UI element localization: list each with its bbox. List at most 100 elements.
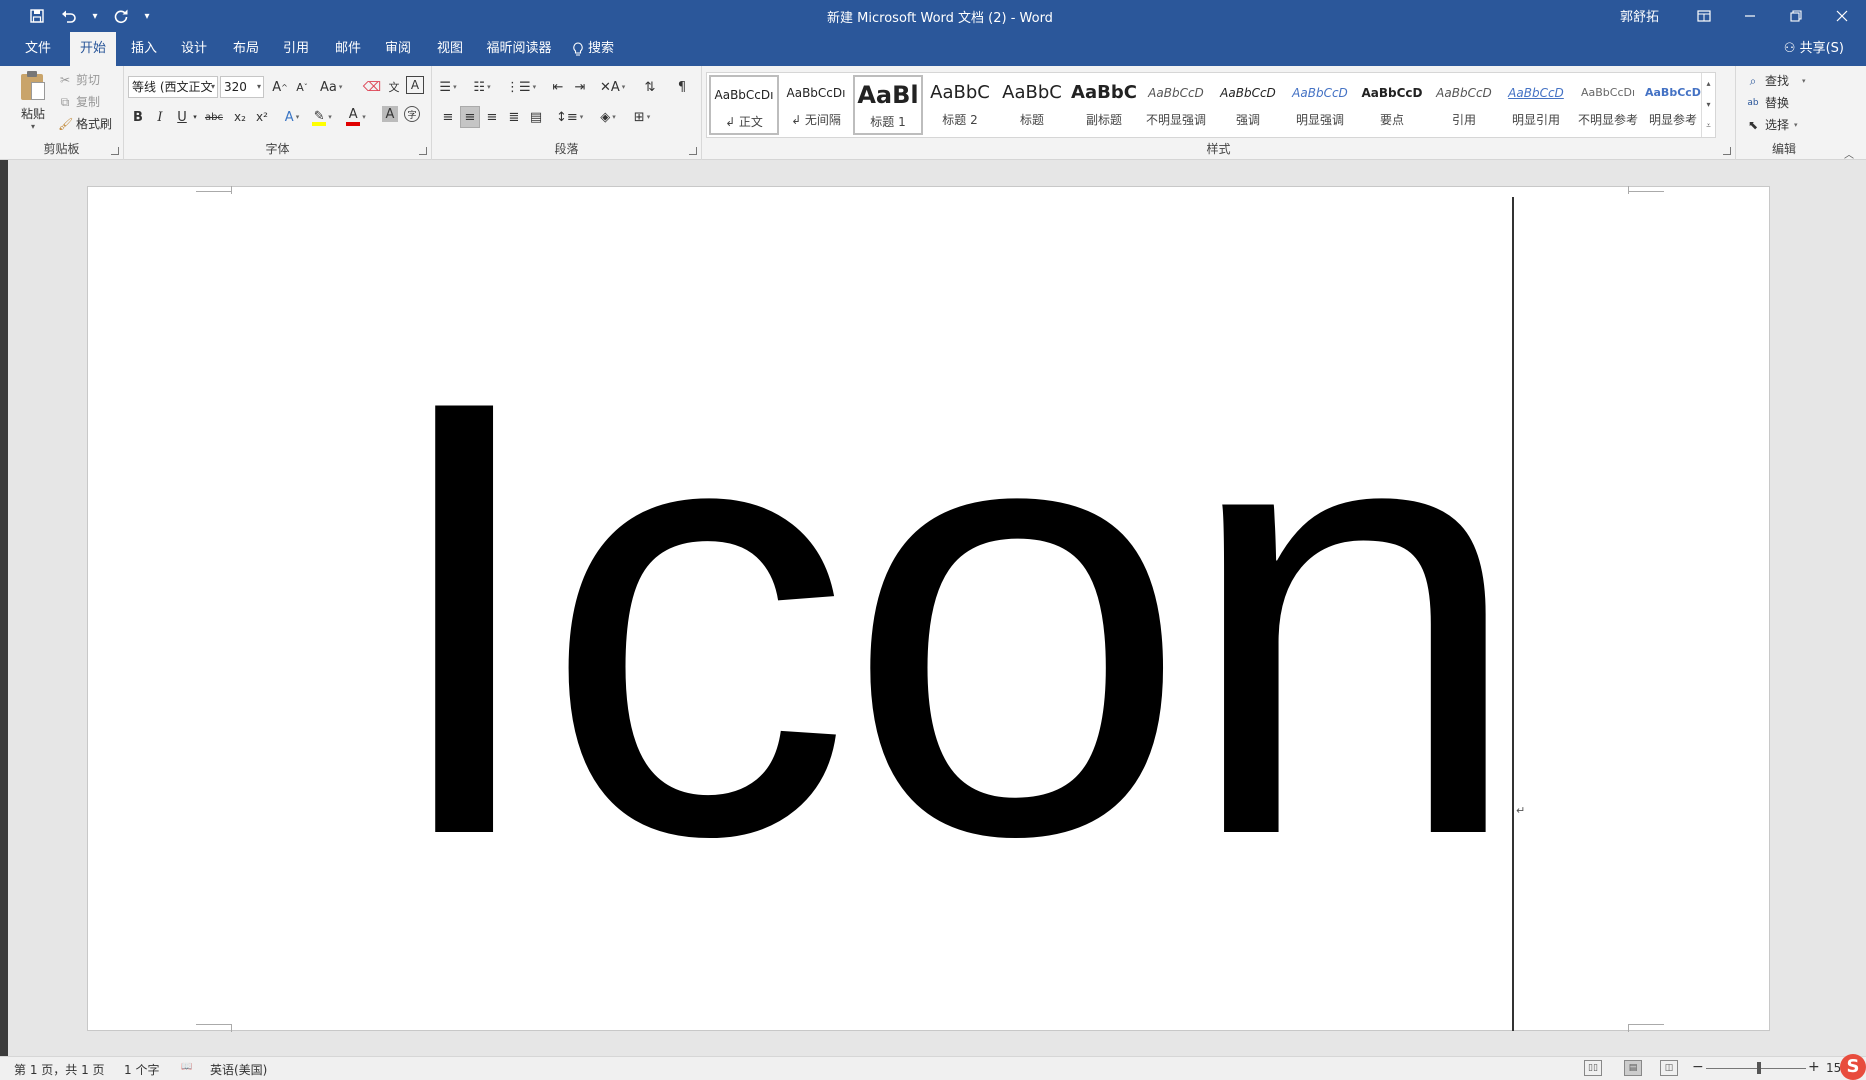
style-intense-reference[interactable]: AaBbCcDı 明显参考 <box>1645 75 1701 135</box>
style-heading-1[interactable]: AaBl 标题 1 <box>853 75 923 135</box>
font-name-combo[interactable]: 等线 (西文正文 ▾ <box>128 76 218 98</box>
character-shading-icon[interactable]: A <box>382 106 398 122</box>
find-button[interactable]: ⌕ 查找 ▾ <box>1746 70 1806 92</box>
language-indicator[interactable]: 英语(美国) <box>210 1061 267 1078</box>
paste-button[interactable]: 粘贴 ▾ <box>16 70 50 134</box>
highlight-color-button[interactable]: ✎ ▾ <box>312 106 332 128</box>
align-left-icon[interactable]: ≡ <box>438 106 458 128</box>
select-button[interactable]: ⬉ 选择 ▾ <box>1746 114 1798 136</box>
decrease-indent-icon[interactable]: ⇤ <box>548 76 568 98</box>
tell-me-search[interactable]: 搜索 <box>572 32 638 66</box>
shrink-font-icon[interactable]: Aˇ <box>292 76 312 98</box>
sogou-ime-icon[interactable]: S <box>1840 1054 1866 1080</box>
ribbon-display-icon[interactable] <box>1682 0 1726 32</box>
style-subtitle[interactable]: AaBbC 副标题 <box>1069 75 1139 135</box>
subscript-button[interactable]: x₂ <box>230 106 250 128</box>
style-title[interactable]: AaBbC 标题 <box>997 75 1067 135</box>
read-mode-icon[interactable]: ▯▯ <box>1584 1060 1602 1076</box>
superscript-button[interactable]: x² <box>252 106 272 128</box>
italic-button[interactable]: I <box>150 106 170 128</box>
zoom-out-button[interactable]: − <box>1692 1059 1704 1075</box>
tab-mailings[interactable]: 邮件 <box>326 32 370 66</box>
style-emphasis[interactable]: AaBbCcD 强调 <box>1213 75 1283 135</box>
redo-icon[interactable] <box>108 5 134 27</box>
minimize-icon[interactable] <box>1728 0 1772 32</box>
style-subtle-emphasis[interactable]: AaBbCcD 不明显强调 <box>1141 75 1211 135</box>
style-quote[interactable]: AaBbCcD 引用 <box>1429 75 1499 135</box>
distributed-icon[interactable]: ▤ <box>526 106 546 128</box>
font-size-combo[interactable]: 320 ▾ <box>220 76 264 98</box>
sort-icon[interactable]: ⇅ <box>640 76 660 98</box>
zoom-in-button[interactable]: + <box>1808 1059 1820 1075</box>
increase-indent-icon[interactable]: ⇥ <box>570 76 590 98</box>
style-subtle-reference[interactable]: AaBbCcDı 不明显参考 <box>1573 75 1643 135</box>
change-case-button[interactable]: Aa ▾ <box>320 76 342 98</box>
replace-button[interactable]: ab 替换 <box>1746 92 1789 114</box>
character-border-icon[interactable]: A <box>406 76 424 94</box>
clear-formatting-icon[interactable]: ⌫ <box>362 76 382 98</box>
tab-foxit-reader[interactable]: 福昕阅读器 <box>482 32 556 66</box>
zoom-slider-thumb[interactable] <box>1757 1062 1761 1074</box>
chevron-up-icon[interactable]: ▴ <box>1706 79 1710 88</box>
word-count[interactable]: 1 个字 <box>124 1061 159 1078</box>
more-icon[interactable]: ⩡ <box>1706 121 1711 131</box>
page-count[interactable]: 第 1 页，共 1 页 <box>14 1061 105 1078</box>
collapse-ribbon-icon[interactable]: ︿ <box>1844 146 1854 161</box>
paragraph-dialog-launcher[interactable] <box>689 147 697 155</box>
align-center-icon[interactable]: ≡ <box>460 106 480 128</box>
save-icon[interactable] <box>24 5 50 27</box>
copy-button[interactable]: ⧉ 复制 <box>58 92 100 112</box>
style-strong[interactable]: AaBbCcD 要点 <box>1357 75 1427 135</box>
undo-dropdown-icon[interactable]: ▾ <box>88 5 102 27</box>
style-no-spacing[interactable]: AaBbCcDı ↲ 无间隔 <box>781 75 851 135</box>
enclose-characters-icon[interactable]: 字 <box>404 106 420 122</box>
multilevel-list-icon[interactable]: ⋮☰ ▾ <box>506 76 536 98</box>
show-formatting-marks-icon[interactable]: ¶ <box>672 76 692 98</box>
bullets-icon[interactable]: ☰ ▾ <box>438 76 458 98</box>
user-name[interactable]: 郭舒拓 <box>1620 6 1659 25</box>
style-intense-quote[interactable]: AaBbCcD 明显引用 <box>1501 75 1571 135</box>
grow-font-icon[interactable]: A ^ <box>270 76 290 98</box>
style-intense-emphasis[interactable]: AaBbCcD 明显强调 <box>1285 75 1355 135</box>
format-painter-button[interactable]: 🖌 格式刷 <box>58 114 112 134</box>
paste-dropdown-icon[interactable]: ▾ <box>16 122 50 131</box>
zoom-slider[interactable] <box>1706 1068 1806 1069</box>
tab-view[interactable]: 视图 <box>428 32 472 66</box>
text-effects-icon[interactable]: A ▾ <box>282 106 302 128</box>
tab-layout[interactable]: 布局 <box>224 32 268 66</box>
underline-button[interactable]: U <box>172 106 192 128</box>
restore-icon[interactable] <box>1774 0 1818 32</box>
web-layout-icon[interactable]: ◫ <box>1660 1060 1678 1076</box>
justify-icon[interactable]: ≣ <box>504 106 524 128</box>
document-body-text[interactable]: Icon <box>378 308 1526 928</box>
borders-icon[interactable]: ⊞ ▾ <box>632 106 652 128</box>
tab-insert[interactable]: 插入 <box>122 32 166 66</box>
strikethrough-button[interactable]: abc <box>204 106 224 128</box>
tab-file[interactable]: 文件 <box>16 32 60 66</box>
print-layout-icon[interactable]: ▤ <box>1624 1060 1642 1076</box>
tab-design[interactable]: 设计 <box>172 32 216 66</box>
share-button[interactable]: ⚇ 共享(S) <box>1784 32 1844 66</box>
cut-button[interactable]: ✂ 剪切 <box>58 70 100 90</box>
chinese-layout-icon[interactable]: ✕A ▾ <box>600 76 625 98</box>
chevron-down-icon[interactable]: ▾ <box>1706 100 1710 109</box>
align-right-icon[interactable]: ≡ <box>482 106 502 128</box>
bold-button[interactable]: B <box>128 106 148 128</box>
close-icon[interactable] <box>1820 0 1864 32</box>
tab-home[interactable]: 开始 <box>70 32 116 66</box>
phonetic-guide-icon[interactable]: 文 <box>384 76 404 98</box>
tab-review[interactable]: 审阅 <box>376 32 420 66</box>
tab-references[interactable]: 引用 <box>274 32 318 66</box>
styles-gallery-scrollbar[interactable]: ▴ ▾ ⩡ <box>1701 73 1715 137</box>
customize-icon[interactable]: ▾ <box>140 5 154 27</box>
numbering-icon[interactable]: ☷ ▾ <box>472 76 492 98</box>
shading-icon[interactable]: ◈ ▾ <box>598 106 618 128</box>
font-dialog-launcher[interactable] <box>419 147 427 155</box>
style-normal[interactable]: AaBbCcDı ↲ 正文 <box>709 75 779 135</box>
font-color-button[interactable]: A ▾ <box>346 106 366 128</box>
undo-icon[interactable] <box>56 5 82 27</box>
zoom-level[interactable]: 15 <box>1826 1061 1841 1075</box>
proofing-icon[interactable]: 📖 <box>178 1060 196 1076</box>
style-heading-2[interactable]: AaBbC 标题 2 <box>925 75 995 135</box>
underline-dropdown-icon[interactable]: ▾ <box>190 106 200 128</box>
